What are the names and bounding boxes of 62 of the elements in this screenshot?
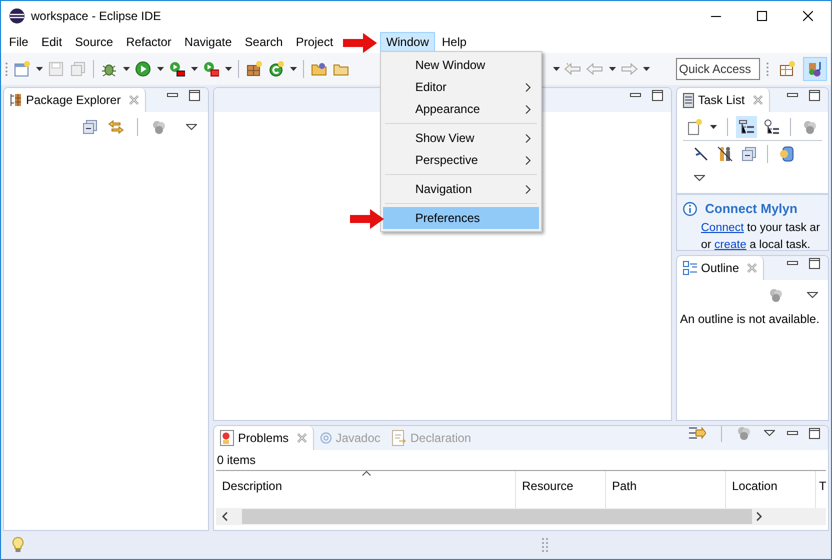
link[interactable]: Connect bbox=[701, 222, 744, 234]
column-header[interactable]: Path bbox=[612, 479, 637, 493]
outline-icon bbox=[683, 261, 697, 275]
menu-item[interactable]: Refactor bbox=[120, 32, 178, 52]
pointer-arrow bbox=[350, 209, 384, 229]
scroll-right-icon[interactable] bbox=[756, 512, 762, 521]
menu-item[interactable]: Search bbox=[238, 32, 289, 52]
close-icon[interactable] bbox=[296, 433, 307, 443]
menu-item[interactable]: Preferences bbox=[383, 207, 540, 229]
lightbulb-icon[interactable] bbox=[12, 537, 24, 553]
column-header[interactable]: Description bbox=[222, 479, 282, 493]
column-header[interactable]: Resource bbox=[522, 479, 574, 493]
menu-item[interactable]: Editor bbox=[383, 76, 540, 98]
java-perspective-button[interactable] bbox=[803, 57, 827, 81]
items-count: 0 items bbox=[216, 452, 257, 469]
scroll-left-icon[interactable] bbox=[222, 512, 228, 521]
toolbar-grip-icon bbox=[5, 62, 8, 76]
toolbar-grip-icon bbox=[766, 62, 769, 76]
column-header[interactable]: T bbox=[819, 479, 826, 493]
javadoc-icon bbox=[320, 432, 332, 444]
menu-item[interactable]: New Window bbox=[383, 54, 540, 76]
declaration-icon bbox=[392, 430, 406, 446]
quick-access-field[interactable]: Quick Access bbox=[676, 58, 760, 80]
menu-item[interactable]: Navigate bbox=[178, 32, 238, 52]
close-icon[interactable] bbox=[752, 95, 763, 105]
window-title: workspace - Eclipse IDE bbox=[31, 8, 162, 25]
eclipse-logo-icon bbox=[9, 8, 25, 24]
menu-item[interactable]: Window bbox=[380, 32, 435, 52]
menu-item[interactable]: File bbox=[3, 32, 34, 52]
open-perspective-icon bbox=[779, 61, 795, 77]
close-icon bbox=[803, 11, 813, 21]
menu-item[interactable]: Source bbox=[69, 32, 120, 52]
horizontal-scrollbar[interactable] bbox=[216, 508, 826, 525]
pointer-arrow bbox=[343, 32, 378, 52]
view-tab[interactable]: Package Explorer bbox=[4, 88, 146, 112]
java-perspective-icon bbox=[807, 61, 823, 77]
link[interactable]: create bbox=[714, 238, 746, 250]
menu-item[interactable]: Show View bbox=[383, 127, 540, 149]
view-tab[interactable]: Outline bbox=[677, 256, 764, 280]
menu-item[interactable]: Help bbox=[436, 32, 473, 52]
close-icon[interactable] bbox=[128, 95, 139, 105]
view-tab[interactable]: Problems bbox=[214, 426, 314, 450]
menu-item[interactable]: Edit bbox=[35, 32, 68, 52]
categorized-icon[interactable] bbox=[736, 116, 758, 138]
mylyn-message: or create a local task. bbox=[701, 238, 812, 250]
resize-grip-icon bbox=[542, 538, 548, 552]
task-list-icon bbox=[683, 92, 694, 108]
package-explorer-icon bbox=[10, 94, 22, 106]
menu-item[interactable]: Navigation bbox=[383, 178, 540, 200]
info-icon bbox=[683, 202, 697, 216]
outline-message: An outline is not available. bbox=[679, 311, 820, 328]
new-task-icon[interactable] bbox=[685, 116, 704, 138]
mylyn-title: Connect Mylyn bbox=[705, 200, 798, 218]
mylyn-message: Connect to your task ar bbox=[701, 220, 821, 236]
view-tab[interactable]: Task List bbox=[677, 88, 770, 112]
column-header[interactable]: Location bbox=[732, 479, 778, 493]
problems-icon bbox=[220, 430, 234, 446]
menu-item[interactable]: Perspective bbox=[383, 149, 540, 171]
close-icon[interactable] bbox=[747, 263, 758, 273]
maximize-icon bbox=[757, 11, 767, 21]
menu-item[interactable]: Project bbox=[290, 32, 340, 52]
menu-item[interactable]: Appearance bbox=[383, 98, 540, 120]
